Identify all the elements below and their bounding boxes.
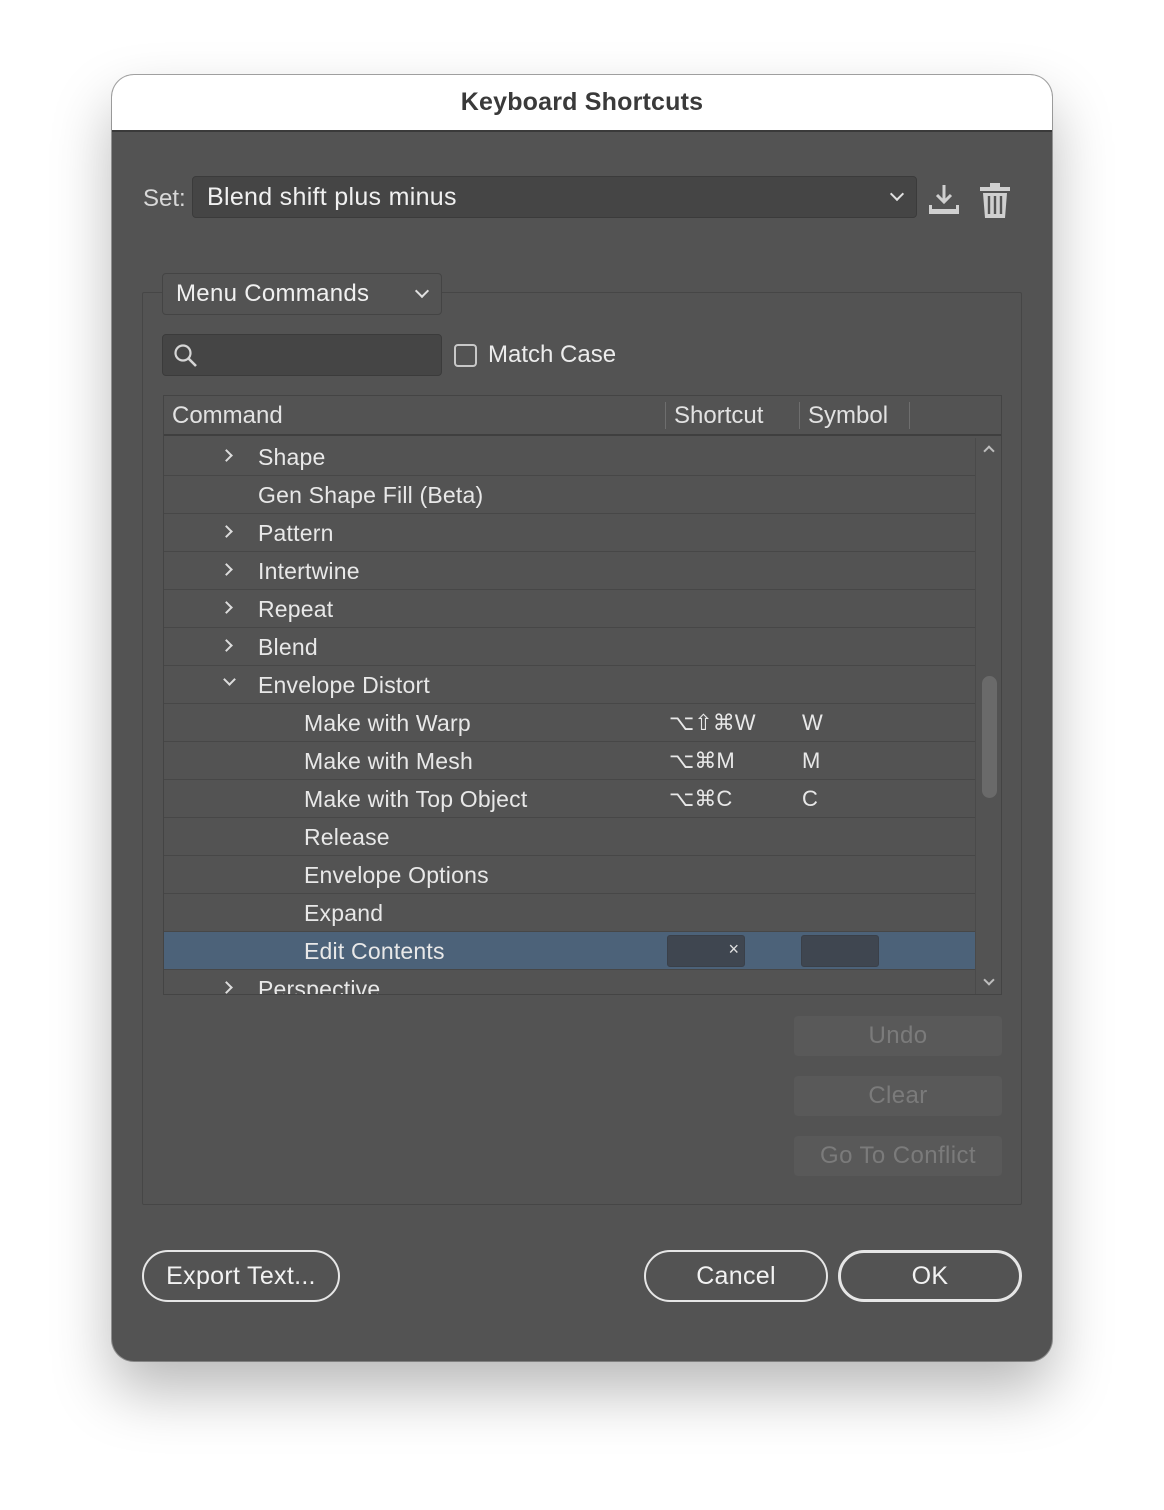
clear-shortcut-icon[interactable]: ×	[728, 939, 739, 960]
chevron-right-icon[interactable]	[220, 601, 233, 614]
command-name: Make with Mesh	[304, 748, 473, 774]
category-dropdown[interactable]: Menu Commands	[162, 273, 442, 315]
command-name: Repeat	[258, 596, 334, 622]
set-dropdown[interactable]: Blend shift plus minus	[192, 176, 917, 218]
scroll-down-arrow-icon[interactable]	[983, 974, 995, 986]
chevron-right-icon[interactable]	[220, 525, 233, 538]
chevron-right-icon[interactable]	[220, 449, 233, 462]
chevron-right-icon[interactable]	[220, 981, 233, 994]
table-row[interactable]: Envelope Distort	[164, 666, 975, 704]
title-bar: Keyboard Shortcuts	[112, 75, 1052, 132]
go-to-conflict-button[interactable]: Go To Conflict	[794, 1136, 1002, 1176]
table-header: Command Shortcut Symbol	[164, 396, 1001, 436]
table-row[interactable]: Expand	[164, 894, 975, 932]
symbol-input[interactable]	[801, 935, 879, 967]
column-header-shortcut[interactable]: Shortcut	[674, 402, 763, 430]
command-name: Edit Contents	[304, 938, 445, 964]
save-set-icon[interactable]	[926, 181, 962, 217]
symbol-value: M	[802, 748, 821, 773]
set-label: Set:	[143, 185, 186, 212]
table-row[interactable]: Make with Mesh ⌥⌘M M	[164, 742, 975, 780]
category-dropdown-value: Menu Commands	[176, 280, 370, 307]
command-name: Envelope Distort	[258, 672, 430, 698]
search-input[interactable]	[207, 341, 432, 369]
column-divider[interactable]	[799, 402, 800, 429]
table-row[interactable]: Envelope Options	[164, 856, 975, 894]
command-name: Make with Top Object	[304, 786, 528, 812]
chevron-down-icon	[414, 283, 430, 299]
scroll-thumb[interactable]	[982, 676, 997, 798]
scroll-up-arrow-icon[interactable]	[983, 445, 995, 457]
command-name: Make with Warp	[304, 710, 471, 736]
shortcut-value: ⌥⇧⌘W	[669, 710, 756, 735]
command-name: Gen Shape Fill (Beta)	[258, 482, 484, 508]
search-icon	[174, 344, 197, 367]
table-row[interactable]: Repeat	[164, 590, 975, 628]
symbol-value: C	[802, 786, 818, 811]
table-row[interactable]: Release	[164, 818, 975, 856]
trash-icon[interactable]	[977, 183, 1013, 219]
command-name: Blend	[258, 634, 318, 660]
table-row[interactable]: Perspective	[164, 970, 975, 995]
table-body: Shape Gen Shape Fill (Beta) Pattern Intertw…	[164, 438, 975, 995]
column-header-command[interactable]: Command	[172, 402, 283, 430]
command-name: Intertwine	[258, 558, 360, 584]
command-name: Pattern	[258, 520, 334, 546]
export-text-button[interactable]: Export Text...	[142, 1250, 340, 1302]
ok-button[interactable]: OK	[838, 1250, 1022, 1302]
table-row[interactable]: Blend	[164, 628, 975, 666]
table-row[interactable]: Edit Contents ×	[164, 932, 975, 970]
cancel-button[interactable]: Cancel	[644, 1250, 828, 1302]
keyboard-shortcuts-dialog: Keyboard Shortcuts Set: Blend shift plus…	[112, 75, 1052, 1361]
table-row[interactable]: Make with Top Object ⌥⌘C C	[164, 780, 975, 818]
match-case-checkbox[interactable]	[454, 344, 477, 367]
shortcut-input[interactable]: ×	[667, 935, 745, 967]
table-row[interactable]: Pattern	[164, 514, 975, 552]
vertical-scrollbar[interactable]	[975, 438, 1001, 994]
shortcut-value: ⌥⌘M	[669, 748, 735, 773]
chevron-right-icon[interactable]	[220, 563, 233, 576]
command-name: Release	[304, 824, 390, 850]
table-row[interactable]: Gen Shape Fill (Beta)	[164, 476, 975, 514]
table-row[interactable]: Shape	[164, 438, 975, 476]
table-row[interactable]: Intertwine	[164, 552, 975, 590]
column-divider[interactable]	[665, 402, 666, 429]
chevron-down-icon[interactable]	[223, 673, 236, 686]
search-field[interactable]	[162, 334, 442, 376]
symbol-value: W	[802, 710, 823, 735]
commands-table: Command Shortcut Symbol Shape Gen Shape F…	[163, 395, 1002, 995]
command-name: Expand	[304, 900, 384, 926]
command-name: Perspective	[258, 976, 381, 995]
column-divider[interactable]	[909, 402, 910, 429]
column-header-symbol[interactable]: Symbol	[808, 402, 888, 430]
table-row[interactable]: Make with Warp ⌥⇧⌘W W	[164, 704, 975, 742]
match-case-label: Match Case	[488, 341, 617, 368]
command-name: Shape	[258, 444, 326, 470]
set-dropdown-value: Blend shift plus minus	[207, 182, 457, 211]
command-name: Envelope Options	[304, 862, 489, 888]
chevron-right-icon[interactable]	[220, 639, 233, 652]
undo-button[interactable]: Undo	[794, 1016, 1002, 1056]
chevron-down-icon	[889, 186, 905, 202]
window-title: Keyboard Shortcuts	[460, 88, 704, 116]
clear-button[interactable]: Clear	[794, 1076, 1002, 1116]
shortcut-value: ⌥⌘C	[669, 786, 733, 811]
